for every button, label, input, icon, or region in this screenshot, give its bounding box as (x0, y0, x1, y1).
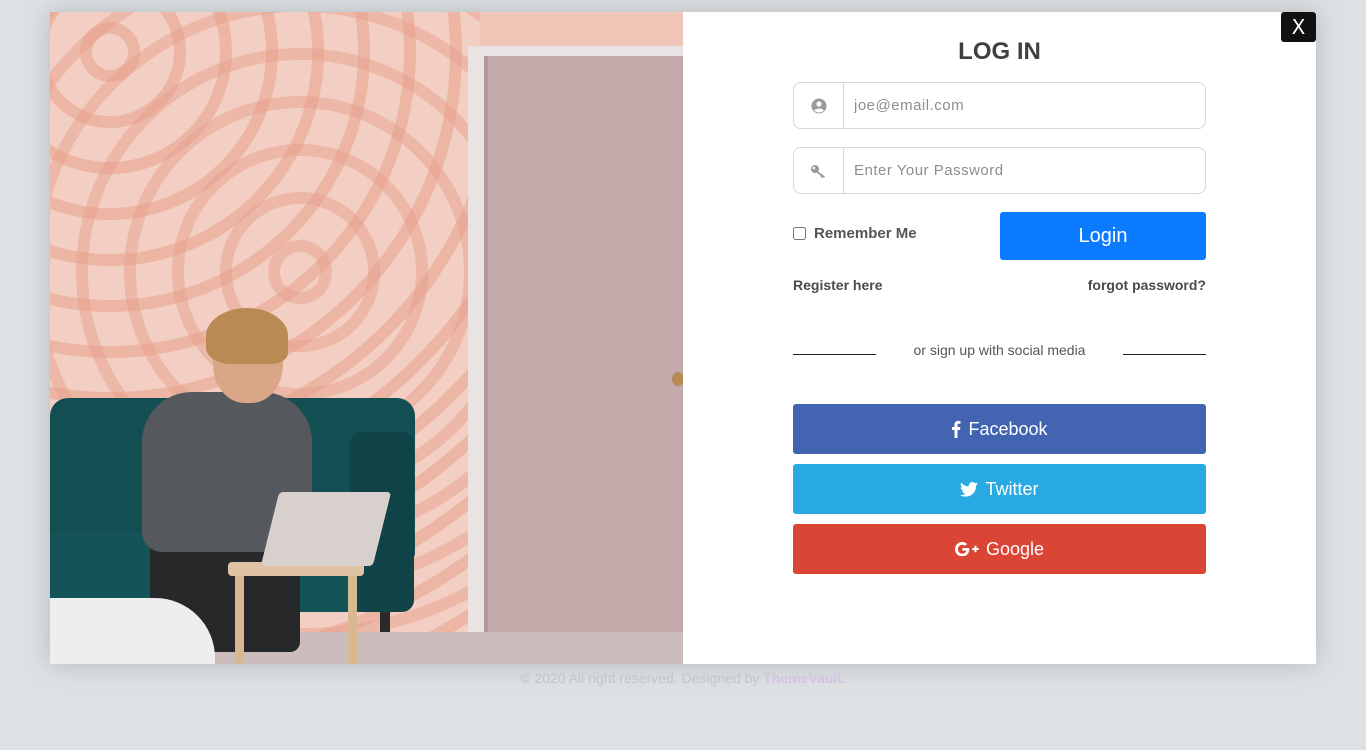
email-input[interactable] (844, 83, 1205, 128)
footer-text: © 2020 All right reserved. Designed by (520, 670, 760, 686)
facebook-label: Facebook (968, 418, 1048, 439)
google-label: Google (985, 538, 1045, 559)
login-button[interactable]: Login (1000, 212, 1206, 260)
hero-photo (50, 12, 683, 664)
door-knob (672, 372, 683, 386)
facebook-icon (951, 420, 961, 438)
page-title: LOG IN (958, 38, 1041, 65)
register-link[interactable]: Register here (793, 277, 882, 293)
twitter-label: Twitter (985, 478, 1039, 499)
forgot-password-link[interactable]: forgot password? (1088, 277, 1206, 293)
twitter-button[interactable]: Twitter (793, 464, 1206, 514)
key-icon (794, 148, 844, 193)
google-button[interactable]: Google (793, 524, 1206, 574)
login-modal: X LOG IN R (50, 12, 1316, 664)
stool-leg (235, 576, 244, 664)
sofa-leg (380, 612, 390, 632)
remember-checkbox[interactable] (793, 227, 806, 240)
twitter-icon (960, 481, 979, 497)
person-hair (206, 308, 288, 364)
stool-leg (348, 576, 357, 664)
door (484, 56, 683, 638)
login-panel: X LOG IN R (683, 12, 1316, 664)
footer-brand-link[interactable]: ThemeVault. (763, 670, 845, 686)
remember-label: Remember Me (814, 225, 917, 242)
footer: © 2020 All right reserved. Designed by T… (0, 670, 1366, 686)
password-input[interactable] (844, 148, 1205, 193)
user-icon (794, 83, 844, 128)
laptop (260, 492, 392, 566)
google-plus-icon (954, 542, 979, 556)
divider-right (1123, 354, 1206, 355)
password-field[interactable] (793, 147, 1206, 194)
divider-text: or sign up with social media (913, 342, 1086, 358)
facebook-button[interactable]: Facebook (793, 404, 1206, 454)
email-field[interactable] (793, 82, 1206, 129)
remember-me[interactable]: Remember Me (793, 225, 917, 242)
